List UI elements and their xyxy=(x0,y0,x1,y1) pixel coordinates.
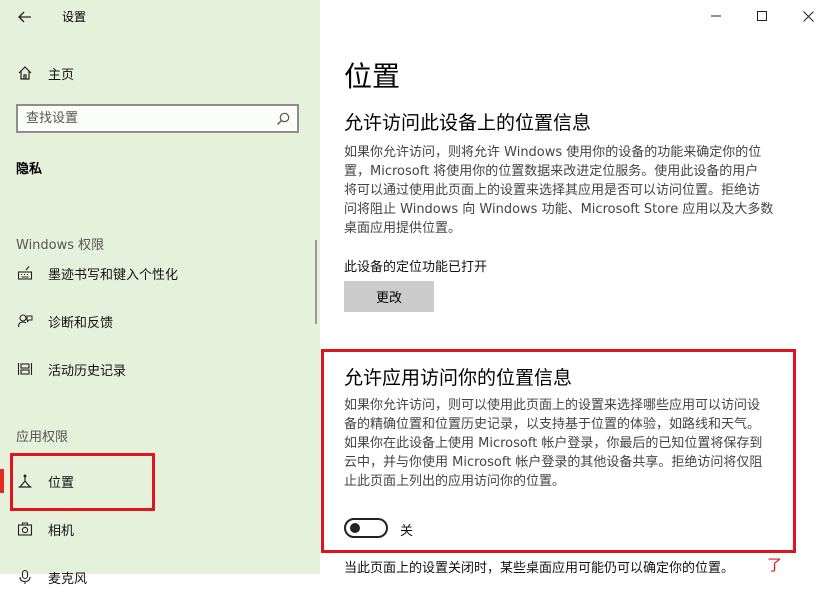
back-button[interactable] xyxy=(14,6,36,28)
description-line: 备的精确位置和位置历史记录，以支持基于位置的体验，如路线和天气。 xyxy=(344,417,761,432)
window-title: 设置 xyxy=(62,10,87,24)
sidebar-item-activity-history[interactable]: 活动历史记录 xyxy=(0,353,320,385)
location-status-text: 此设备的定位功能已打开 xyxy=(344,260,488,275)
description-line: 如果你允许访问，则可以使用此页面上的设置来选择哪些应用可以访问设 xyxy=(344,398,761,413)
sidebar-item-diagnostics-feedback[interactable]: 诊断和反馈 xyxy=(0,305,320,337)
sidebar-item-microphone[interactable]: 麦克风 xyxy=(0,561,320,593)
activity-history-icon xyxy=(16,360,34,378)
change-button[interactable]: 更改 xyxy=(344,281,434,312)
footer-note: 当此页面上的设置关闭时，某些桌面应用可能仍可以确定你的位置。 xyxy=(344,561,735,576)
app-location-toggle[interactable] xyxy=(344,518,388,538)
description-line: 止此页面上列出的应用访问你的位置。 xyxy=(344,474,566,489)
search-box[interactable] xyxy=(16,104,299,133)
microphone-icon xyxy=(16,568,34,586)
description-line: 桌面应用提供位置。 xyxy=(344,221,462,236)
description-line: 如果你在此设备上使用 Microsoft 帐户登录，你最后的已知位置将保存到 xyxy=(344,436,763,451)
sidebar-item-inking-typing[interactable]: 墨迹书写和键入个性化 xyxy=(0,257,320,289)
toggle-state-label: 关 xyxy=(400,524,414,539)
close-button[interactable] xyxy=(785,0,831,32)
sidebar-scrollbar[interactable] xyxy=(315,240,317,324)
camera-icon xyxy=(16,520,34,538)
sidebar-item-label: 诊断和反馈 xyxy=(48,315,114,331)
highlight-box-sidebar xyxy=(10,453,155,511)
search-input[interactable] xyxy=(26,110,266,127)
keyboard-pen-icon xyxy=(16,264,34,282)
section-app-location-title: 允许应用访问你的位置信息 xyxy=(344,367,573,389)
section-device-location-description: 如果你允许访问，则将允许 Windows 使用你的设备的功能来确定你的位 置，M… xyxy=(344,143,796,238)
feedback-icon xyxy=(16,312,34,330)
sidebar-item-label: 主页 xyxy=(48,67,75,83)
section-app-location-description: 如果你允许访问，则可以使用此页面上的设置来选择哪些应用可以访问设 备的精确位置和… xyxy=(344,396,796,491)
search-icon xyxy=(277,112,290,125)
sidebar-item-camera[interactable]: 相机 xyxy=(0,513,320,545)
minimize-icon xyxy=(711,15,721,17)
sidebar-item-home[interactable]: 主页 xyxy=(0,57,320,89)
home-icon xyxy=(16,64,34,82)
minimize-button[interactable] xyxy=(693,0,739,32)
privacy-heading: 隐私 xyxy=(16,162,43,177)
maximize-icon xyxy=(757,11,767,21)
sidebar-item-label: 活动历史记录 xyxy=(48,363,127,379)
page-title: 位置 xyxy=(344,60,401,93)
description-line: 将可以通过使用此页面上的设置来选择其应用是否可以访问位置。拒绝访 xyxy=(344,183,761,198)
sidebar-item-label: 麦克风 xyxy=(48,571,88,587)
back-arrow-icon xyxy=(18,11,31,23)
sidebar-item-label: 相机 xyxy=(48,523,75,539)
description-line: 问将阻止 Windows 向 Windows 功能、Microsoft Stor… xyxy=(344,202,774,217)
description-line: 如果你允许访问，则将允许 Windows 使用你的设备的功能来确定你的位 xyxy=(344,145,762,160)
sidebar: 设置 主页 隐私 Windows 权限 墨迹书写和键入个性化 xyxy=(0,0,320,587)
toggle-knob xyxy=(350,523,360,533)
close-icon xyxy=(802,10,814,22)
description-line: 云中，并与你使用 Microsoft 帐户登录的其他设备共享。拒绝访问将仅阻 xyxy=(344,455,763,470)
section-device-location-title: 允许访问此设备上的位置信息 xyxy=(344,112,592,134)
windows-permissions-heading: Windows 权限 xyxy=(16,238,105,253)
sidebar-item-label: 墨迹书写和键入个性化 xyxy=(48,267,179,283)
learn-more-link[interactable]: 了 xyxy=(767,554,782,575)
description-line: 置，Microsoft 将使用你的位置数据来改进定位服务。使用此设备的用户 xyxy=(344,164,759,179)
app-permissions-heading: 应用权限 xyxy=(16,430,69,445)
maximize-button[interactable] xyxy=(739,0,785,32)
